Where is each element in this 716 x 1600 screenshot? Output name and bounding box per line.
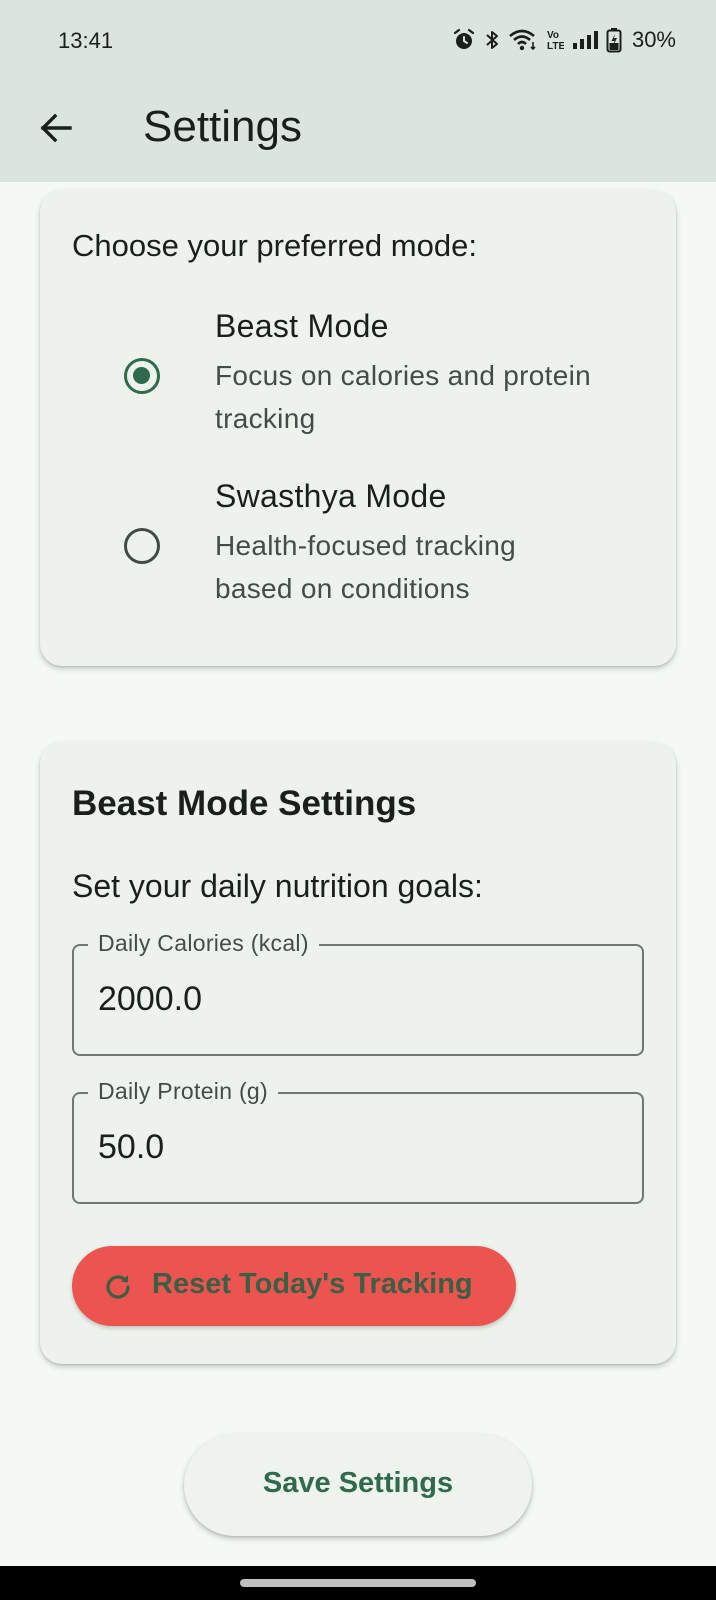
wifi-icon [509, 29, 536, 51]
battery-percent: 30% [631, 27, 676, 52]
svg-text:LTE: LTE [547, 41, 564, 52]
mode-prompt: Choose your preferred mode: [72, 228, 477, 263]
status-time: 13:41 [58, 28, 114, 53]
home-gesture-handle[interactable] [240, 1579, 476, 1587]
arrow-left-icon [40, 113, 72, 143]
alarm-icon [453, 28, 475, 49]
system-navigation-bar [0, 1566, 716, 1600]
radio-button-unselected-icon[interactable] [124, 528, 160, 564]
app-bar: Settings [0, 84, 716, 182]
status-bar: 13:41 Vo LTE 30% [0, 0, 716, 84]
volte-icon: Vo LTE [547, 30, 564, 52]
beast-mode-settings-card: Beast Mode Settings Set your daily nutri… [40, 742, 676, 1364]
option-title: Beast Mode [215, 308, 389, 344]
page-title: Settings [143, 102, 302, 151]
radio-option-swasthya-mode[interactable]: Swasthya Mode Health-focused tracking ba… [40, 478, 676, 628]
bluetooth-icon [486, 31, 498, 49]
svg-text:Vo: Vo [547, 30, 559, 41]
radio-button-selected-icon[interactable] [124, 358, 160, 394]
refresh-icon [106, 1275, 130, 1299]
section-subtitle: Set your daily nutrition goals: [72, 868, 483, 904]
option-description: Focus on calories and protein tracking [215, 360, 592, 434]
save-settings-button[interactable]: Save Settings [184, 1434, 532, 1536]
field-value[interactable]: 50.0 [98, 1128, 164, 1167]
field-label: Daily Protein (g) [88, 1078, 278, 1105]
reset-button-label: Reset Today's Tracking [152, 1268, 473, 1300]
daily-calories-field[interactable]: Daily Calories (kcal) 2000.0 [72, 930, 644, 1056]
section-title: Beast Mode Settings [72, 784, 417, 823]
signal-icon [572, 31, 598, 49]
option-title: Swasthya Mode [215, 478, 447, 514]
mode-selection-card: Choose your preferred mode: Beast Mode F… [40, 190, 676, 666]
status-icons: Vo LTE 30% [452, 26, 676, 54]
reset-tracking-button[interactable]: Reset Today's Tracking [72, 1246, 516, 1326]
option-description: Health-focused tracking based on conditi… [215, 530, 517, 604]
radio-option-beast-mode[interactable]: Beast Mode Focus on calories and protein… [40, 308, 676, 458]
save-button-label: Save Settings [262, 1467, 454, 1499]
field-value[interactable]: 2000.0 [98, 980, 202, 1019]
daily-protein-field[interactable]: Daily Protein (g) 50.0 [72, 1078, 644, 1204]
field-label: Daily Calories (kcal) [88, 930, 319, 957]
back-button[interactable] [28, 100, 84, 156]
battery-charging-icon [606, 28, 622, 53]
